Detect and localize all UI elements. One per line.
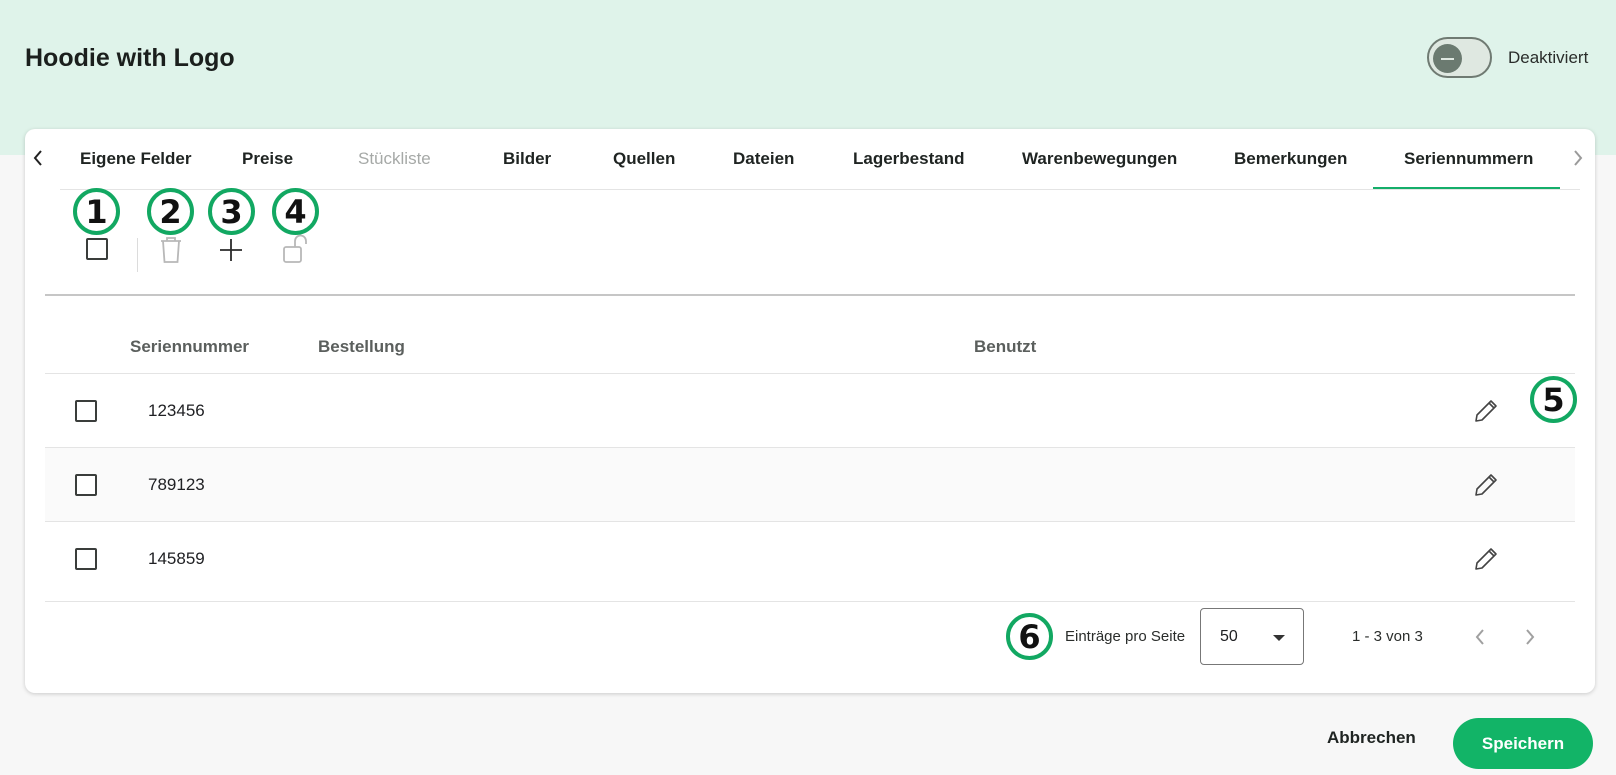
previous-page-icon[interactable]: [1466, 623, 1494, 651]
toolbar-divider-line: [45, 294, 1575, 296]
tab-active-indicator: [1373, 187, 1560, 189]
rows-per-page-label: Einträge pro Seite: [1065, 628, 1186, 645]
row-checkbox[interactable]: [75, 474, 97, 496]
tab-stueckliste: Stückliste: [358, 149, 431, 168]
table-row[interactable]: 145859: [45, 521, 1575, 595]
tab-quellen[interactable]: Quellen: [613, 149, 675, 169]
row-checkbox[interactable]: [75, 548, 97, 570]
tab-bilder[interactable]: Bilder: [503, 149, 551, 169]
serial-number-cell: 789123: [148, 475, 205, 494]
tab-warenbewegungen[interactable]: Warenbewegungen: [1022, 149, 1177, 169]
serial-number-cell: 123456: [148, 401, 205, 420]
tab-eigene-felder[interactable]: Eigene Felder: [80, 149, 191, 169]
rows-per-page-value: 50: [1220, 628, 1238, 645]
cancel-button[interactable]: Abbrechen: [1327, 728, 1416, 748]
tab-lagerbestand[interactable]: Lagerbestand: [853, 149, 964, 169]
rows-per-page-select[interactable]: 50: [1200, 608, 1304, 665]
save-button[interactable]: Speichern: [1453, 718, 1593, 769]
callout-badge-4: 4: [272, 188, 319, 235]
callout-badge-2: 2: [147, 188, 194, 235]
table-row[interactable]: 789123: [45, 447, 1575, 521]
status-toggle-group: Deaktiviert: [1427, 37, 1588, 78]
tab-seriennummern[interactable]: Seriennummern: [1404, 149, 1533, 169]
dropdown-caret-icon: [1273, 635, 1285, 641]
minus-icon: [1433, 44, 1462, 73]
page-title: Hoodie with Logo: [25, 44, 235, 72]
unlock-icon[interactable]: [280, 232, 310, 266]
main-card: Eigene Felder Preise Stückliste Bilder Q…: [25, 129, 1595, 693]
column-header-bestellung[interactable]: Bestellung: [318, 337, 405, 357]
pencil-icon[interactable]: [1469, 394, 1503, 428]
column-header-seriennummer[interactable]: Seriennummer: [130, 337, 249, 357]
tab-preise[interactable]: Preise: [242, 149, 293, 169]
column-header-benutzt[interactable]: Benutzt: [974, 337, 1036, 357]
callout-badge-5: 5: [1530, 376, 1577, 423]
tab-dateien[interactable]: Dateien: [733, 149, 794, 169]
checkbox-box: [86, 238, 108, 260]
pagination-range: 1 - 3 von 3: [1352, 628, 1423, 645]
table-bottom-divider: [45, 601, 1575, 602]
tab-bar: Eigene Felder Preise Stückliste Bilder Q…: [25, 129, 1595, 190]
serial-number-cell: 145859: [148, 549, 205, 568]
status-toggle[interactable]: [1427, 37, 1492, 78]
pencil-icon[interactable]: [1469, 542, 1503, 576]
callout-badge-6: 6: [1006, 613, 1053, 660]
callout-badge-1: 1: [73, 188, 120, 235]
tab-scroll-right-icon[interactable]: [1566, 143, 1590, 173]
pencil-icon[interactable]: [1469, 468, 1503, 502]
status-label: Deaktiviert: [1508, 47, 1589, 67]
trash-icon[interactable]: [156, 234, 186, 266]
table-row[interactable]: 123456: [45, 373, 1575, 447]
toolbar-divider: [137, 238, 138, 272]
plus-icon[interactable]: [216, 234, 246, 266]
select-all-checkbox[interactable]: [86, 238, 108, 260]
tab-scroll-left-icon[interactable]: [26, 143, 50, 173]
tab-bemerkungen[interactable]: Bemerkungen: [1234, 149, 1347, 169]
row-checkbox[interactable]: [75, 400, 97, 422]
callout-badge-3: 3: [208, 188, 255, 235]
next-page-icon[interactable]: [1516, 623, 1544, 651]
